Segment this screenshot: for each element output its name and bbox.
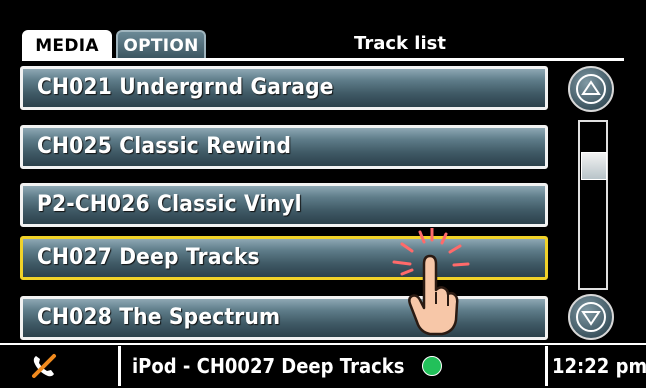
status-indicator-dot [422, 356, 442, 376]
screen: MEDIA OPTION Track list CH021 Undergrnd … [0, 0, 646, 388]
status-bar-divider [0, 343, 646, 345]
now-playing-text: iPod - CH0027 Deep Tracks [132, 354, 405, 378]
clock: 12:22 pm [552, 354, 646, 378]
tab-media[interactable]: MEDIA [22, 30, 112, 58]
track-item-label: CH027 Deep Tracks [37, 245, 260, 270]
tab-option[interactable]: OPTION [116, 30, 206, 58]
phone-mute-icon[interactable] [30, 352, 58, 380]
status-separator [118, 346, 121, 386]
triangle-up-icon [576, 74, 606, 104]
track-item-label: CH025 Classic Rewind [37, 134, 292, 159]
track-item-p2-ch026[interactable]: P2-CH026 Classic Vinyl [20, 183, 548, 227]
scrollbar-thumb[interactable] [581, 152, 607, 180]
tap-hand-icon [392, 228, 470, 336]
page-title: Track list [354, 33, 446, 54]
scrollbar-track[interactable] [578, 120, 608, 290]
track-item-label: CH021 Undergrnd Garage [37, 75, 334, 100]
track-item-label: CH028 The Spectrum [37, 305, 281, 330]
status-separator [545, 346, 548, 386]
track-item-ch025[interactable]: CH025 Classic Rewind [20, 125, 548, 169]
scroll-up-button[interactable] [568, 66, 614, 112]
scroll-down-button[interactable] [568, 294, 614, 340]
triangle-down-icon [576, 302, 606, 332]
track-item-ch021[interactable]: CH021 Undergrnd Garage [20, 66, 548, 110]
track-item-label: P2-CH026 Classic Vinyl [37, 192, 302, 217]
header-divider [22, 58, 624, 61]
